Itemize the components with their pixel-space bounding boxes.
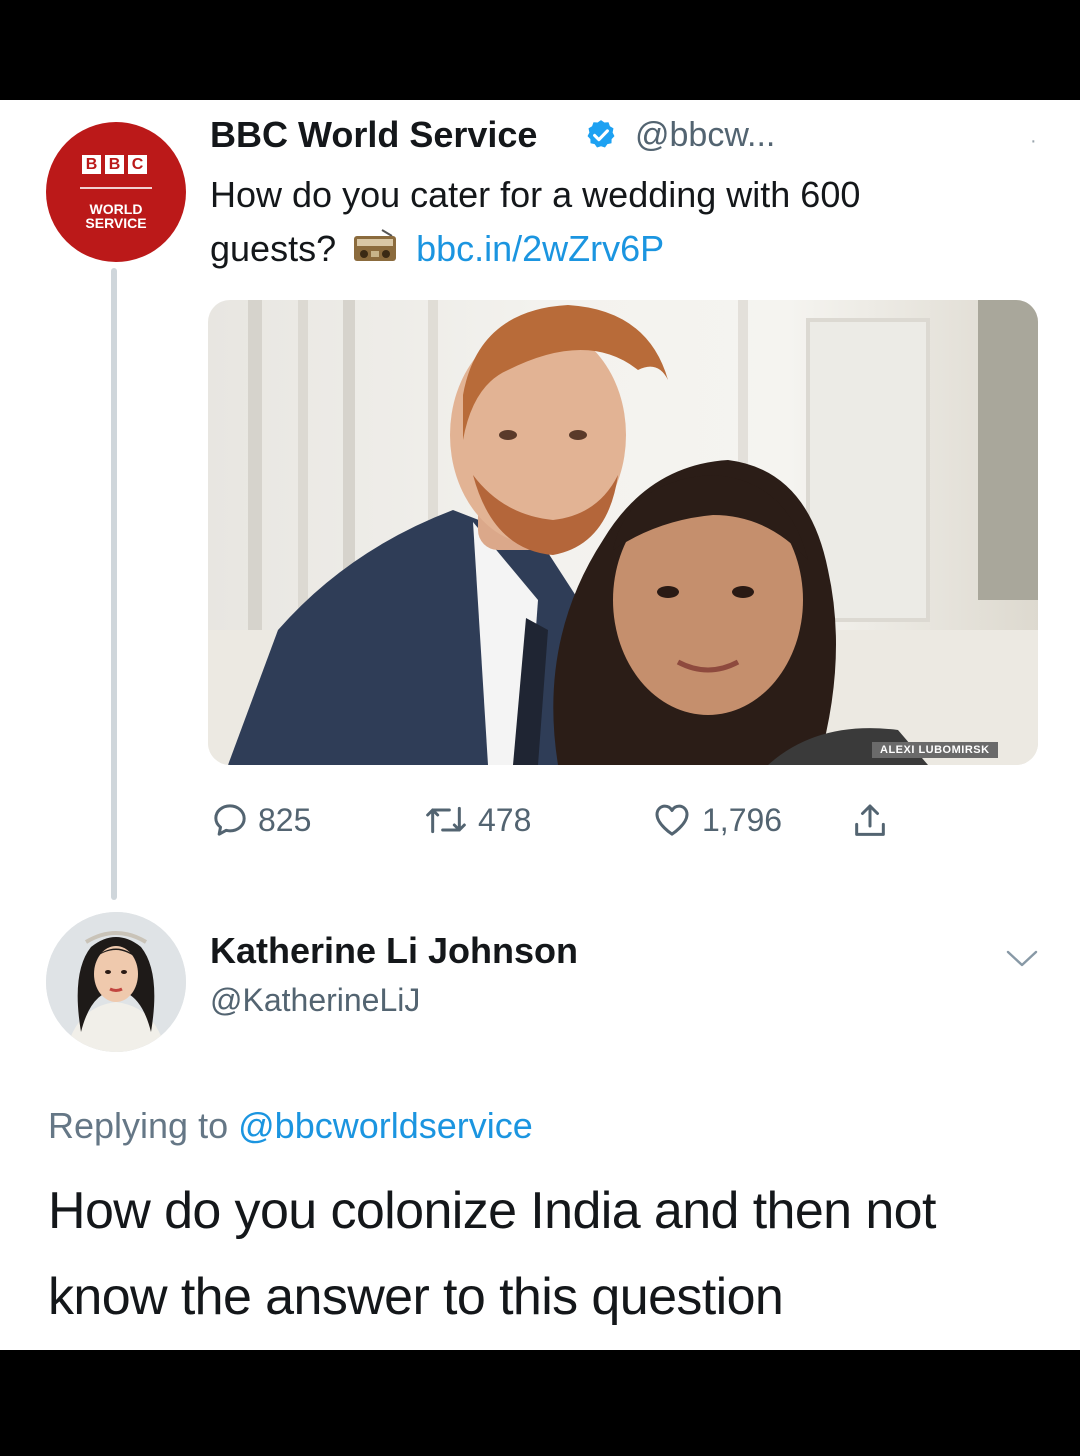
bbc-logo: B B C	[82, 155, 147, 174]
like-count: 1,796	[702, 801, 783, 838]
katherine-avatar[interactable]	[46, 912, 186, 1052]
tweet-actions-bar: 825 478 1,796	[210, 800, 970, 850]
photo-credit: ALEXI LUBOMIRSK	[872, 742, 998, 758]
logo-subtitle: WORLD SERVICE	[46, 202, 186, 230]
bbc-world-service-avatar[interactable]: B B C WORLD SERVICE	[46, 122, 186, 262]
bbc-logo-letter: B	[82, 155, 101, 174]
couple-photo-illustration	[208, 300, 1038, 765]
reply-count: 825	[258, 801, 312, 838]
reply-author-handle[interactable]: @KatherineLiJ	[210, 982, 420, 1019]
reply-action[interactable]: 825	[210, 800, 311, 840]
logo-subtitle-line: SERVICE	[85, 215, 147, 231]
tweet-text: How do you cater for a wedding with 600 …	[210, 168, 1030, 278]
bbc-logo-letter: C	[128, 155, 147, 174]
reply-icon	[214, 804, 246, 836]
avatar-portrait	[46, 912, 186, 1052]
like-action[interactable]: 1,796	[650, 800, 782, 840]
share-icon	[855, 804, 885, 836]
heart-icon	[655, 804, 689, 836]
verified-badge-icon	[587, 120, 615, 148]
logo-subtitle-line: WORLD	[89, 201, 143, 217]
retweet-count: 478	[478, 801, 532, 838]
bbc-logo-letter: B	[105, 155, 124, 174]
tweet-link[interactable]: bbc.in/2wZrv6P	[416, 228, 664, 269]
more-options-icon[interactable]: ·	[1030, 130, 1037, 153]
author-name[interactable]: BBC World Service	[210, 114, 537, 156]
share-action[interactable]	[850, 800, 890, 842]
thread-connector-line	[111, 268, 117, 900]
reply-author-name[interactable]: Katherine Li Johnson	[210, 930, 578, 972]
reply-text: How do you colonize India and then not k…	[48, 1182, 936, 1326]
tweet-text-line: How do you cater for a wedding with 600	[210, 174, 861, 215]
retweet-action[interactable]: 478	[422, 800, 531, 840]
author-handle[interactable]: @bbcw...	[635, 116, 775, 155]
logo-divider	[80, 187, 152, 189]
replying-prefix: Replying to	[48, 1105, 229, 1146]
tweet-text-line-2: guests? bbc.in/2wZrv6P	[210, 222, 1030, 278]
radio-icon	[352, 224, 398, 278]
tweet-screenshot: B B C WORLD SERVICE BBC World Service @b…	[0, 100, 1080, 1350]
replying-mention[interactable]: @bbcworldservice	[238, 1105, 533, 1146]
retweet-icon	[426, 806, 466, 834]
replying-to: Replying to @bbcworldservice	[48, 1105, 533, 1147]
tweet-photo[interactable]	[208, 300, 1038, 765]
tweet-text-guests: guests?	[210, 228, 337, 269]
chevron-down-icon[interactable]	[1002, 946, 1042, 970]
